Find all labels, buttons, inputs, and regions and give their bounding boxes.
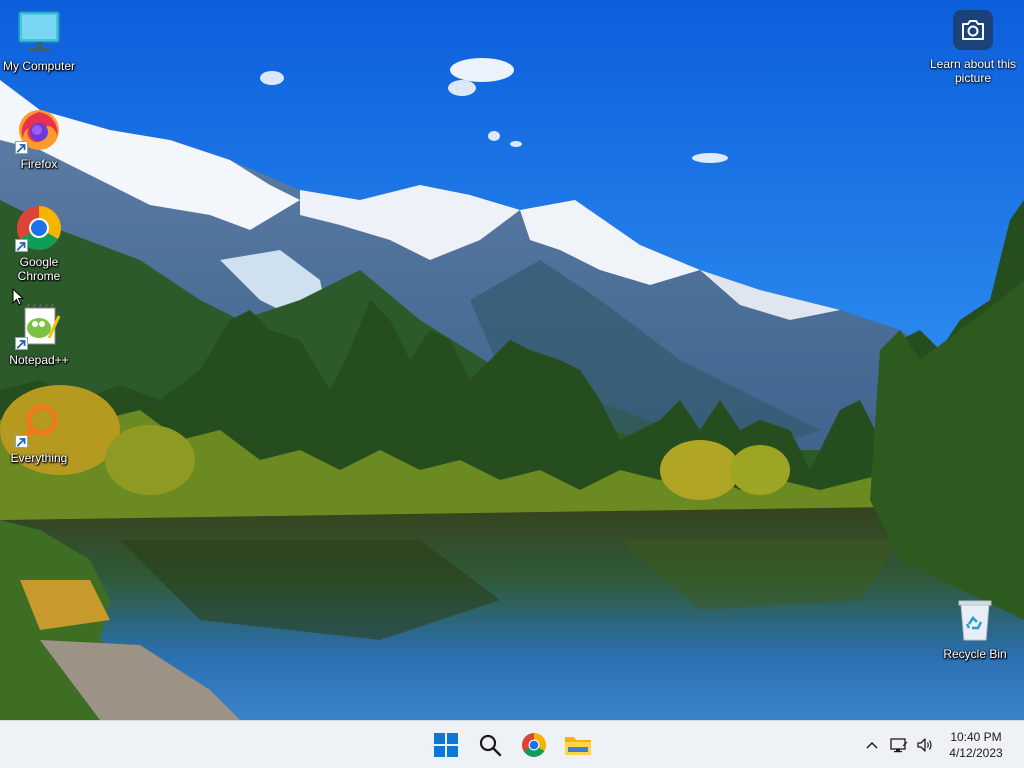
taskbar-file-explorer-button[interactable] bbox=[558, 725, 598, 765]
desktop-icon-google-chrome[interactable]: Google Chrome bbox=[0, 204, 78, 283]
clock-date: 4/12/2023 bbox=[949, 746, 1003, 760]
desktop-icon-recycle-bin[interactable]: Recycle Bin bbox=[936, 596, 1014, 661]
camera-icon bbox=[953, 10, 993, 50]
system-tray: 10:40 PM 4/12/2023 bbox=[860, 721, 1024, 768]
search-icon bbox=[479, 734, 502, 757]
notepad-plus-plus-icon bbox=[15, 302, 63, 350]
firefox-icon bbox=[15, 106, 63, 154]
desktop-icon-firefox[interactable]: Firefox bbox=[0, 106, 78, 171]
recycle-bin-icon bbox=[951, 596, 999, 644]
desktop-wallpaper bbox=[0, 0, 1024, 720]
desktop-icon-everything[interactable]: Everything bbox=[0, 400, 78, 465]
chevron-up-icon bbox=[866, 741, 878, 749]
learn-about-this-picture-label: Learn about this picture bbox=[929, 57, 1017, 85]
desktop-icon-label: My Computer bbox=[2, 59, 76, 73]
desktop-icon-label: Everything bbox=[10, 451, 68, 465]
shortcut-arrow-icon bbox=[15, 141, 28, 154]
desktop-icon-my-computer[interactable]: My Computer bbox=[0, 8, 78, 73]
monitor-icon bbox=[15, 8, 63, 56]
shortcut-arrow-icon bbox=[15, 337, 28, 350]
start-button[interactable] bbox=[426, 725, 466, 765]
volume-icon bbox=[917, 738, 932, 752]
taskbar-chrome-button[interactable] bbox=[514, 725, 554, 765]
learn-about-this-picture[interactable]: Learn about this picture bbox=[928, 10, 1018, 85]
taskbar-clock[interactable]: 10:40 PM 4/12/2023 bbox=[940, 729, 1018, 761]
chrome-icon bbox=[15, 204, 63, 252]
show-desktop-button[interactable] bbox=[1018, 721, 1024, 768]
desktop-icon-notepad-plus-plus[interactable]: Notepad++ bbox=[0, 302, 78, 367]
desktop-icon-label: Google Chrome bbox=[17, 255, 61, 283]
taskbar-pinned-apps bbox=[426, 725, 598, 765]
folder-icon bbox=[565, 737, 591, 755]
desktop-icon-label: Recycle Bin bbox=[943, 647, 1007, 661]
magnifier-icon bbox=[15, 400, 63, 448]
desktop-icon-label: Firefox bbox=[20, 157, 58, 171]
clock-time: 10:40 PM bbox=[950, 730, 1002, 744]
shortcut-arrow-icon bbox=[15, 239, 28, 252]
desktop-icon-label: Notepad++ bbox=[9, 353, 69, 367]
network-icon bbox=[890, 738, 908, 753]
search-button[interactable] bbox=[470, 725, 510, 765]
shortcut-arrow-icon bbox=[15, 435, 28, 448]
chrome-icon bbox=[522, 733, 546, 757]
taskbar: 10:40 PM 4/12/2023 bbox=[0, 720, 1024, 768]
windows-logo-icon bbox=[434, 733, 458, 757]
show-hidden-icons-button[interactable] bbox=[860, 729, 884, 761]
network-volume-button[interactable] bbox=[884, 729, 940, 761]
